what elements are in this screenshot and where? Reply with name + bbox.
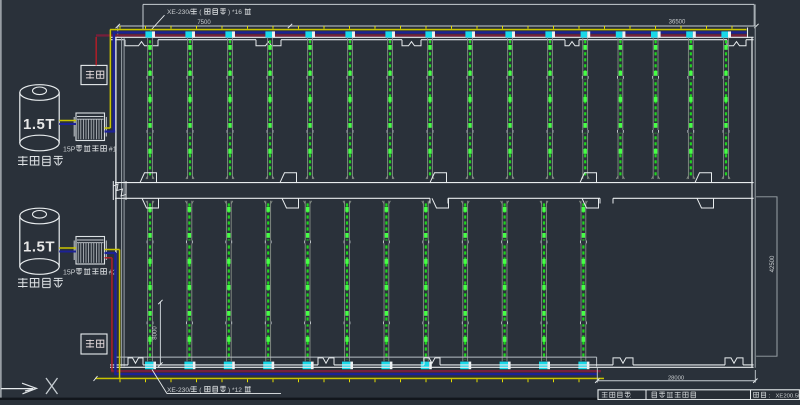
- svg-text:XE200.50: XE200.50: [776, 393, 800, 399]
- svg-text::: :: [630, 393, 632, 400]
- svg-text:#1: #1: [109, 147, 117, 154]
- svg-text:XE-230/: XE-230/: [167, 9, 191, 16]
- svg-text:8000: 8000: [153, 326, 159, 340]
- svg-text::: :: [769, 393, 771, 400]
- svg-text:) *16: ) *16: [228, 9, 242, 16]
- svg-text:15P: 15P: [63, 147, 76, 154]
- svg-text:36500: 36500: [669, 20, 686, 26]
- svg-text:) *12: ) *12: [228, 387, 242, 394]
- svg-text:7500: 7500: [197, 20, 211, 26]
- svg-text:15P: 15P: [63, 270, 76, 277]
- svg-text:1.5T: 1.5T: [23, 116, 55, 133]
- svg-text:1.5T: 1.5T: [23, 239, 55, 256]
- svg-text:XE-230/: XE-230/: [167, 387, 191, 394]
- svg-text:42500: 42500: [770, 255, 776, 272]
- svg-text:28000: 28000: [668, 375, 684, 381]
